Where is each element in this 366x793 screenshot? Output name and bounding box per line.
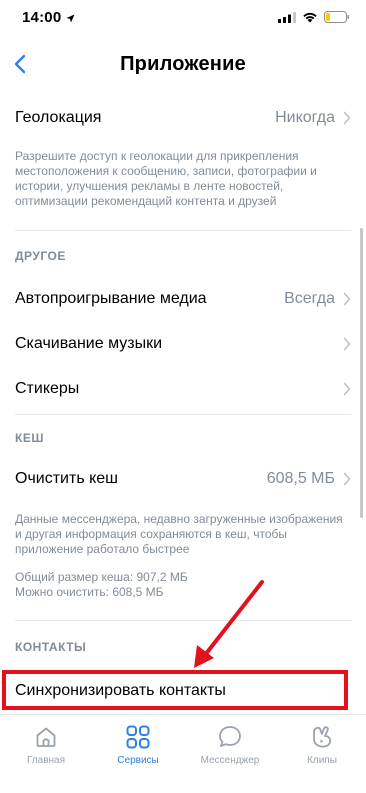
tab-services[interactable]: Сервисы: [98, 723, 178, 773]
messenger-icon: [216, 723, 244, 751]
divider: [15, 620, 351, 621]
status-icons: [278, 11, 350, 23]
geolocation-caption: Разрешите доступ к геолокации для прикре…: [15, 149, 317, 208]
cache-caption: Данные мессенджера, недавно загруженные …: [15, 512, 343, 556]
clear-cache-value: 608,5 МБ: [266, 470, 335, 487]
status-time: 14:00: [22, 9, 62, 26]
location-arrow-icon: [66, 14, 75, 23]
tab-label: Главная: [26, 755, 66, 766]
home-icon: [32, 723, 60, 751]
geolocation-label: Геолокация: [15, 109, 102, 126]
music-download-label: Скачивание музыки: [15, 335, 163, 352]
tab-label: Сервисы: [117, 755, 159, 766]
cellular-signal-icon: [278, 11, 296, 23]
battery-icon: [324, 11, 349, 23]
clear-cache-row[interactable]: Очистить кеш 608,5 МБ: [0, 457, 366, 501]
tab-label: Клипы: [307, 755, 337, 766]
cache-clearable: Можно очистить: 608,5 МБ: [15, 585, 164, 599]
services-icon: [124, 723, 152, 751]
divider: [15, 230, 351, 231]
autoplay-value: Всегда: [284, 290, 335, 307]
geolocation-value: Никогда: [275, 109, 335, 126]
stickers-label: Стикеры: [15, 380, 80, 397]
chevron-right-icon: [343, 292, 351, 306]
divider: [15, 414, 351, 415]
tab-bar: Главная Сервисы Мессенджер Клипы: [0, 714, 366, 793]
clips-icon: [308, 723, 336, 751]
wifi-icon: [303, 12, 317, 23]
section-header-other: ДРУГОЕ: [15, 249, 66, 263]
chevron-right-icon: [343, 111, 351, 125]
tab-clips[interactable]: Клипы: [282, 723, 362, 773]
section-header-cache: КЕШ: [15, 431, 44, 445]
chevron-right-icon: [343, 337, 351, 351]
nav-bar: Приложение: [0, 36, 366, 94]
autoplay-row[interactable]: Автопроигрывание медиа Всегда: [0, 277, 366, 321]
settings-list[interactable]: Геолокация Никогда Разрешите доступ к ге…: [0, 94, 366, 714]
geolocation-row[interactable]: Геолокация Никогда: [0, 96, 366, 140]
tab-messenger[interactable]: Мессенджер: [190, 723, 270, 773]
section-header-contacts: КОНТАКТЫ: [15, 640, 87, 654]
cache-total: Общий размер кеша: 907,2 МБ: [15, 570, 188, 584]
chevron-right-icon: [343, 472, 351, 486]
stickers-row[interactable]: Стикеры: [0, 367, 366, 411]
tab-home[interactable]: Главная: [6, 723, 86, 773]
music-download-row[interactable]: Скачивание музыки: [0, 322, 366, 366]
tab-label: Мессенджер: [200, 755, 260, 766]
clear-cache-label: Очистить кеш: [15, 470, 119, 487]
autoplay-label: Автопроигрывание медиа: [15, 290, 207, 307]
chevron-right-icon: [343, 382, 351, 396]
status-bar: 14:00: [0, 0, 366, 36]
page-title: Приложение: [120, 53, 246, 75]
highlight-box: [2, 670, 348, 710]
scroll-indicator[interactable]: [360, 228, 363, 518]
